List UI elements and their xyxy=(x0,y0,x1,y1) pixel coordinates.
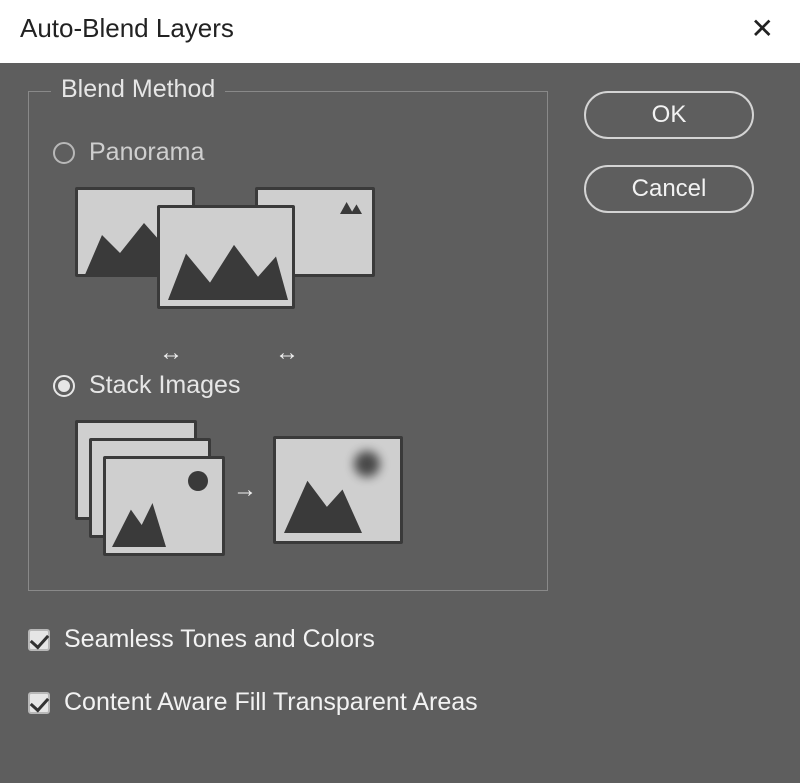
panorama-label: Panorama xyxy=(89,138,204,167)
arrow-left-right-icon: ↔ xyxy=(159,339,183,367)
left-column: Blend Method Panorama ↔ ↔ xyxy=(28,91,548,783)
stack-result-thumb xyxy=(273,436,403,544)
group-title: Blend Method xyxy=(51,75,225,104)
radio-stack-images[interactable] xyxy=(53,375,75,397)
stack-images-option[interactable]: Stack Images xyxy=(53,371,523,400)
panorama-illustration: ↔ ↔ xyxy=(75,187,375,337)
stack-images-label: Stack Images xyxy=(89,371,240,400)
panorama-thumb-center xyxy=(157,205,295,309)
checkbox-seamless[interactable] xyxy=(28,629,50,651)
seamless-label: Seamless Tones and Colors xyxy=(64,625,375,654)
title-bar: Auto-Blend Layers ✕ xyxy=(0,0,800,63)
radio-panorama[interactable] xyxy=(53,142,75,164)
ok-button[interactable]: OK xyxy=(584,91,754,139)
arrow-right-icon: → xyxy=(233,476,257,504)
close-icon[interactable]: ✕ xyxy=(745,12,780,45)
stack-source-thumbs xyxy=(75,420,225,560)
content-aware-fill-row[interactable]: Content Aware Fill Transparent Areas xyxy=(28,688,548,717)
checkbox-content-aware-fill[interactable] xyxy=(28,692,50,714)
seamless-tones-row[interactable]: Seamless Tones and Colors xyxy=(28,625,548,654)
stack-illustration: → xyxy=(75,420,523,560)
dialog-title: Auto-Blend Layers xyxy=(20,13,234,44)
arrow-left-right-icon: ↔ xyxy=(275,339,299,367)
right-column: OK Cancel xyxy=(584,91,774,783)
dialog-body: Blend Method Panorama ↔ ↔ xyxy=(0,63,800,783)
blend-method-group: Blend Method Panorama ↔ ↔ xyxy=(28,91,548,591)
panorama-option[interactable]: Panorama xyxy=(53,138,523,167)
content-aware-fill-label: Content Aware Fill Transparent Areas xyxy=(64,688,478,717)
cancel-button[interactable]: Cancel xyxy=(584,165,754,213)
